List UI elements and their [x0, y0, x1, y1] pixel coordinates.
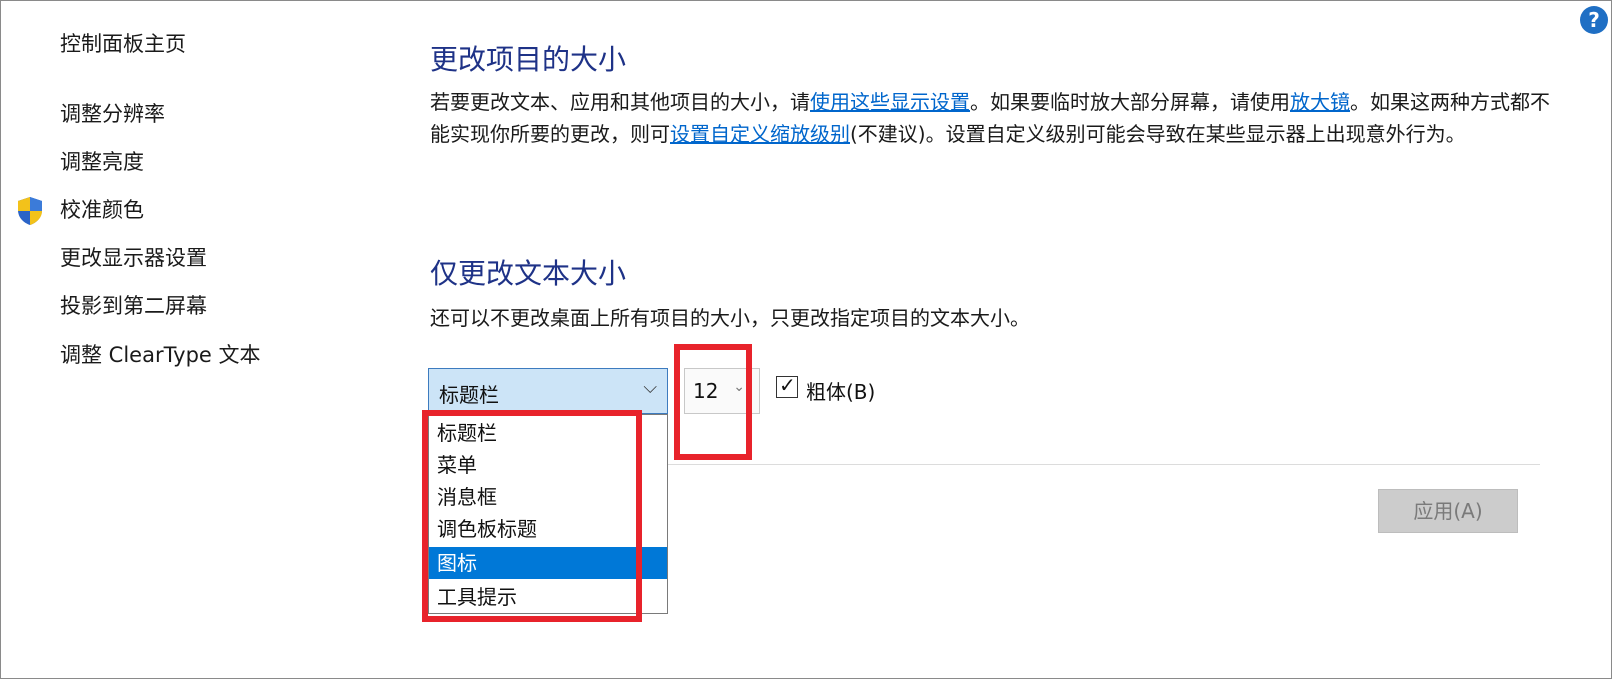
font-size-value: 12 — [693, 379, 719, 403]
help-icon[interactable]: ? — [1580, 6, 1608, 34]
section-title-change-item-size: 更改项目的大小 — [430, 43, 627, 76]
font-size-select[interactable]: 12 ⌄ — [684, 368, 760, 414]
sidebar-item-calibrate-color[interactable]: 校准颜色 — [60, 194, 144, 224]
apply-button[interactable]: 应用(A) — [1378, 489, 1518, 533]
desc-text-4: (不建议)。设置自定义级别可能会导致在某些显示器上出现意外行为。 — [850, 122, 1466, 146]
item-type-select-value: 标题栏 — [439, 383, 499, 407]
bold-checkbox[interactable]: ✓ — [776, 373, 798, 398]
sidebar-item-project-second-screen[interactable]: 投影到第二屏幕 — [60, 290, 207, 320]
chevron-down-icon: ⌵ — [643, 377, 657, 398]
sidebar-item-change-display-settings[interactable]: 更改显示器设置 — [60, 242, 207, 272]
sidebar: 控制面板主页 调整分辨率 调整亮度 校准颜色 更改显示器设置 投影到第二屏幕 调… — [0, 0, 400, 679]
desc-text-1: 若要更改文本、应用和其他项目的大小，请 — [430, 90, 810, 114]
magnifier-link[interactable]: 放大镜 — [1290, 90, 1350, 114]
dropdown-option-icon[interactable]: 图标 — [429, 547, 667, 579]
dropdown-option-menu[interactable]: 菜单 — [429, 449, 667, 481]
chevron-down-icon: ⌄ — [733, 379, 745, 395]
item-type-dropdown-list: 标题栏 菜单 消息框 调色板标题 图标 工具提示 — [428, 414, 668, 614]
item-type-select[interactable]: 标题栏 ⌵ — [428, 368, 668, 414]
sidebar-item-adjust-brightness[interactable]: 调整亮度 — [60, 146, 144, 176]
check-icon: ✓ — [779, 373, 796, 397]
dropdown-option-message-box[interactable]: 消息框 — [429, 481, 667, 513]
display-settings-link[interactable]: 使用这些显示设置 — [810, 90, 970, 114]
sidebar-item-adjust-resolution[interactable]: 调整分辨率 — [60, 98, 165, 128]
custom-scaling-link[interactable]: 设置自定义缩放级别 — [670, 122, 850, 146]
sidebar-item-adjust-cleartype[interactable]: 调整 ClearType 文本 — [60, 339, 261, 369]
text-size-description: 还可以不更改桌面上所有项目的大小，只更改指定项目的文本大小。 — [430, 306, 1030, 330]
uac-shield-icon — [18, 197, 42, 225]
sidebar-item-control-panel-home[interactable]: 控制面板主页 — [60, 28, 186, 58]
dropdown-option-palette-title[interactable]: 调色板标题 — [429, 513, 667, 545]
dropdown-option-title-bar[interactable]: 标题栏 — [429, 417, 667, 449]
dropdown-option-tooltip[interactable]: 工具提示 — [429, 581, 667, 613]
section-description: 若要更改文本、应用和其他项目的大小，请使用这些显示设置。如果要临时放大部分屏幕，… — [430, 86, 1550, 150]
desc-text-2: 。如果要临时放大部分屏幕，请使用 — [970, 90, 1290, 114]
section-title-change-text-size: 仅更改文本大小 — [430, 257, 627, 290]
bold-label: 粗体(B) — [806, 380, 876, 404]
